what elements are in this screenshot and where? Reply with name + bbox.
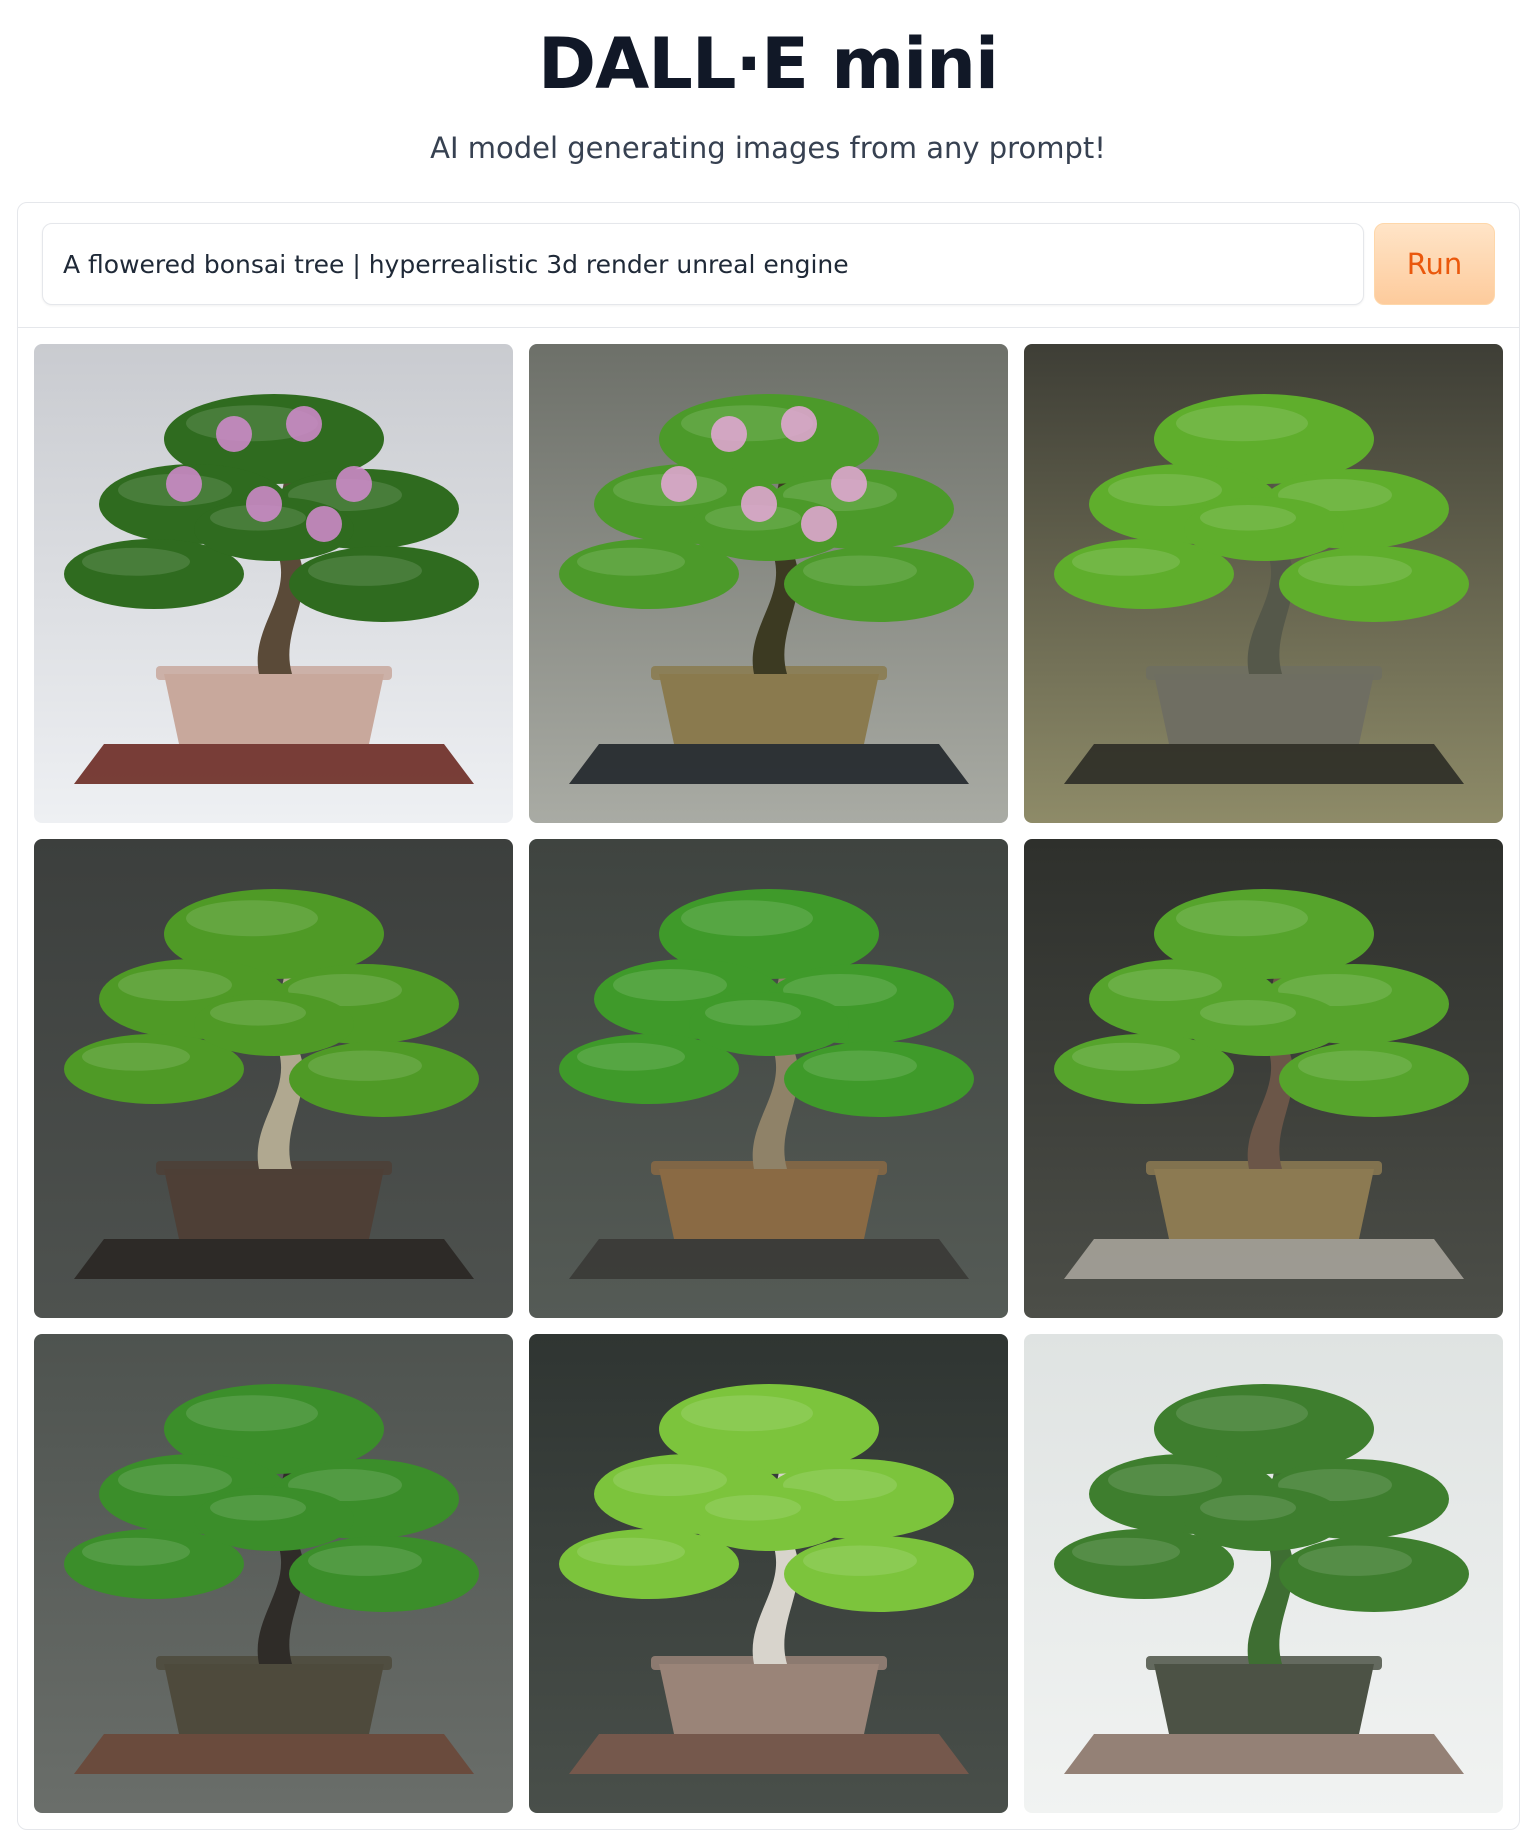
bonsai-image-7[interactable] bbox=[34, 1334, 513, 1813]
generator-card: Run bbox=[17, 202, 1520, 1830]
page-subtitle: AI model generating images from any prom… bbox=[430, 131, 1106, 165]
bonsai-illustration bbox=[1024, 344, 1503, 823]
bonsai-stand bbox=[1064, 1239, 1464, 1279]
bonsai-stand bbox=[1064, 744, 1464, 784]
bonsai-stand bbox=[569, 1239, 969, 1279]
bonsai-image-1[interactable] bbox=[34, 344, 513, 823]
bonsai-stand bbox=[1064, 1734, 1464, 1774]
flower-cluster bbox=[801, 506, 837, 542]
bonsai-stand bbox=[74, 1734, 474, 1774]
run-button[interactable]: Run bbox=[1374, 223, 1495, 305]
bonsai-pot bbox=[659, 674, 879, 744]
flower-cluster bbox=[711, 416, 747, 452]
bonsai-illustration bbox=[34, 839, 513, 1318]
flower-cluster bbox=[286, 406, 322, 442]
bonsai-stand bbox=[569, 1734, 969, 1774]
bonsai-image-2[interactable] bbox=[529, 344, 1008, 823]
bonsai-illustration bbox=[529, 1334, 1008, 1813]
bonsai-illustration bbox=[1024, 1334, 1503, 1813]
flower-cluster bbox=[336, 466, 372, 502]
bonsai-pot bbox=[164, 1664, 384, 1734]
page-title: DALL·E mini bbox=[537, 23, 999, 105]
flower-cluster bbox=[246, 486, 282, 522]
bonsai-image-8[interactable] bbox=[529, 1334, 1008, 1813]
bonsai-pot bbox=[164, 1169, 384, 1239]
bonsai-image-4[interactable] bbox=[34, 839, 513, 1318]
bonsai-pot bbox=[659, 1169, 879, 1239]
bonsai-pot bbox=[1154, 1664, 1374, 1734]
bonsai-image-6[interactable] bbox=[1024, 839, 1503, 1318]
bonsai-pot bbox=[1154, 1169, 1374, 1239]
bonsai-pot bbox=[1154, 674, 1374, 744]
bonsai-image-9[interactable] bbox=[1024, 1334, 1503, 1813]
bonsai-illustration bbox=[529, 839, 1008, 1318]
bonsai-stand bbox=[74, 744, 474, 784]
bonsai-illustration bbox=[34, 344, 513, 823]
flower-cluster bbox=[306, 506, 342, 542]
bonsai-illustration bbox=[1024, 839, 1503, 1318]
flower-cluster bbox=[661, 466, 697, 502]
bonsai-stand bbox=[569, 744, 969, 784]
bonsai-pot bbox=[164, 674, 384, 744]
prompt-input[interactable] bbox=[42, 223, 1364, 305]
flower-cluster bbox=[831, 466, 867, 502]
bonsai-image-5[interactable] bbox=[529, 839, 1008, 1318]
bonsai-pot bbox=[659, 1664, 879, 1734]
bonsai-image-3[interactable] bbox=[1024, 344, 1503, 823]
flower-cluster bbox=[166, 466, 202, 502]
flower-cluster bbox=[216, 416, 252, 452]
prompt-toolbar: Run bbox=[18, 203, 1519, 328]
bonsai-illustration bbox=[529, 344, 1008, 823]
bonsai-illustration bbox=[34, 1334, 513, 1813]
flower-cluster bbox=[781, 406, 817, 442]
flower-cluster bbox=[741, 486, 777, 522]
bonsai-stand bbox=[74, 1239, 474, 1279]
